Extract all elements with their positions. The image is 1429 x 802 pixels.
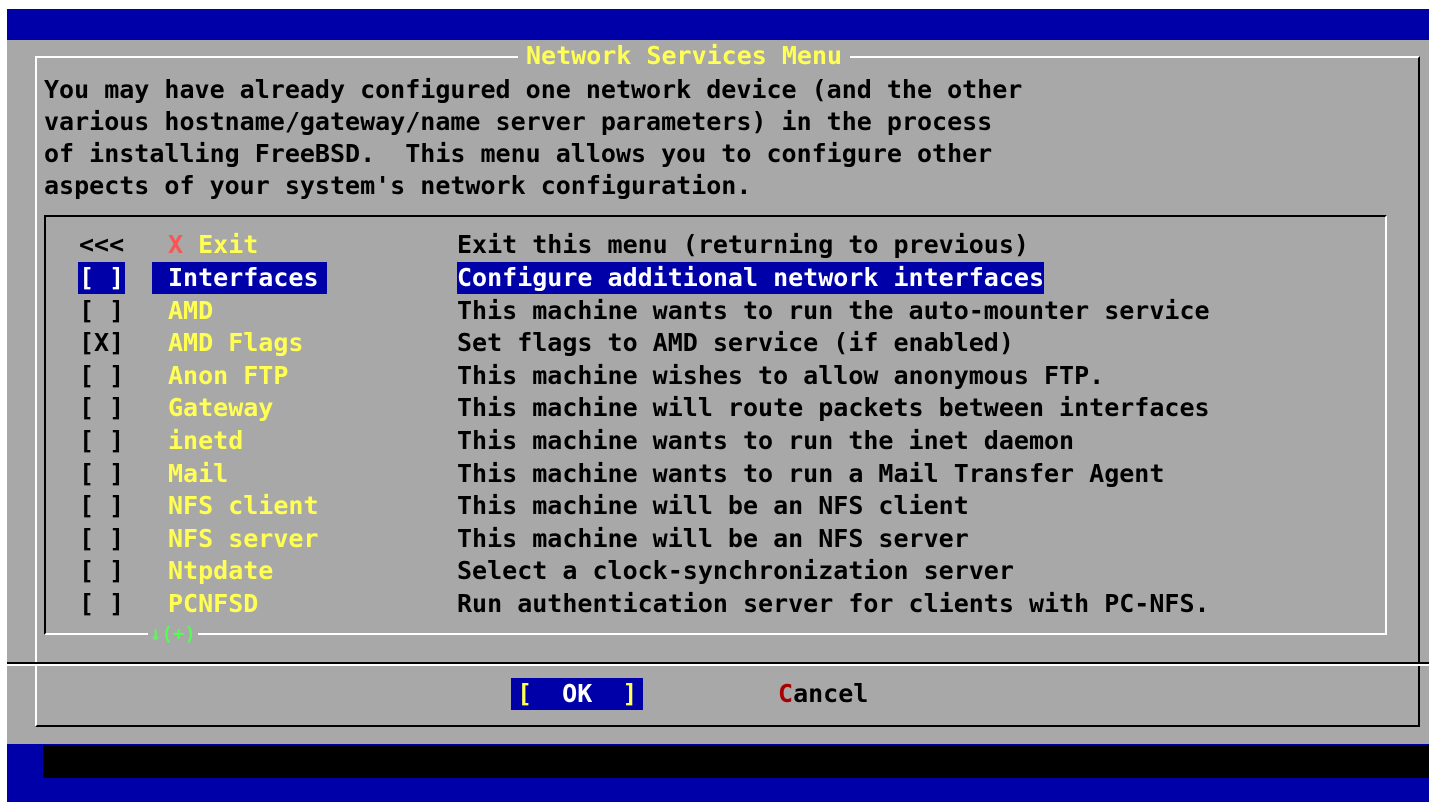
cancel-button[interactable]: Cancel (778, 678, 868, 710)
menu-item-description: This machine wants to run the auto-mount… (457, 296, 1210, 325)
menu-item-ntpdate[interactable]: [ ] Ntpdate Select a clock-synchronization… (0, 555, 1429, 587)
menu-item-nfs-client[interactable]: [ ] NFS client This machine will be an NFS… (0, 490, 1429, 522)
menu-item-description: Set flags to AMD service (if enabled) (457, 328, 1014, 357)
menu-item-checkbox[interactable]: [ ] (79, 458, 124, 490)
button-divider (7, 662, 1429, 666)
dialog-shadow (43, 745, 1429, 778)
menu-item-exit[interactable]: <<< X Exit Exit this menu (returning to … (0, 229, 1429, 261)
menu-item-description: This machine will be an NFS server (457, 524, 969, 553)
menu-item-pcnfsd[interactable]: [ ] PCNFSD Run authentication server for c… (0, 588, 1429, 620)
menu-item-checkbox[interactable]: [ ] (79, 588, 124, 620)
menu-item-anon-ftp[interactable]: [ ] Anon FTP This machine wishes to allow … (0, 360, 1429, 392)
menu-item-description: This machine wishes to allow anonymous F… (457, 361, 1105, 390)
menu-item-checkbox[interactable]: [ ] (79, 392, 124, 424)
menu-item-description: This machine wants to run a Mail Transfe… (457, 459, 1165, 488)
menu-item-amd-flags[interactable]: [X] AMD Flags Set flags to AMD service (if… (0, 327, 1429, 359)
menu-item-description: Select a clock-synchronization server (457, 556, 1014, 585)
menu-item-gateway[interactable]: [ ] Gateway This machine will route packet… (0, 392, 1429, 424)
scroll-more-indicator: ↓(+) (148, 620, 198, 648)
menu-item-label: Ntpdate (168, 556, 274, 585)
ok-button[interactable]: [ OK ] (511, 678, 644, 710)
menu-item-label: inetd (168, 426, 244, 455)
menu-item-label: NFS server (168, 524, 319, 553)
menu-item-checkbox[interactable]: [ ] (79, 295, 124, 327)
exit-hotkey: X (168, 230, 184, 259)
menu-item-checkbox[interactable]: [ ] (79, 360, 124, 392)
menu-item-inetd[interactable]: [ ] inetd This machine wants to run the in… (0, 425, 1429, 457)
menu-item-amd[interactable]: [ ] AMD This machine wants to run the auto… (0, 295, 1429, 327)
menu-item-nfs-server[interactable]: [ ] NFS server This machine will be an NFS… (0, 523, 1429, 555)
menu-item-description: Run authentication server for clients wi… (457, 589, 1210, 618)
menu-item-checkbox[interactable]: [ ] (79, 555, 124, 587)
menu-item-checkbox[interactable]: [ ] (79, 425, 124, 457)
exit-label: X Exit (168, 229, 258, 261)
ok-bracket-open: [ (517, 679, 533, 708)
menu-item-description: Configure additional network interfaces (457, 262, 1044, 294)
menu-item-label: NFS client (168, 491, 319, 520)
menu-item-description: This machine wants to run the inet daemo… (457, 426, 1075, 455)
menu-item-label: Anon FTP (168, 361, 289, 390)
menu-item-label: AMD Flags (168, 328, 304, 357)
ok-label: OK (532, 679, 623, 708)
menu-item-label: AMD (168, 296, 214, 325)
menu-item-checkbox[interactable]: [ ] (78, 262, 126, 294)
menu-item-checkbox[interactable]: [ ] (79, 523, 124, 555)
dialog-prompt: You may have already configured one netw… (44, 75, 1023, 200)
cancel-label: ancel (793, 679, 869, 708)
cancel-hotkey: C (778, 679, 794, 708)
menu-item-label: Gateway (168, 393, 274, 422)
exit-marker: <<< (79, 230, 125, 259)
menu-item-mail[interactable]: [ ] Mail This machine wants to run a Mail … (0, 458, 1429, 490)
menu-item-interfaces[interactable]: [ ] Interfaces Configure additional networ… (0, 262, 1429, 294)
menu-item-checkbox[interactable]: [ ] (79, 490, 124, 522)
exit-label-text: Exit (183, 230, 259, 259)
menu-item-checkbox[interactable]: [X] (79, 327, 124, 359)
menu-item-label: Interfaces (152, 262, 327, 294)
menu-item-description: This machine will be an NFS client (457, 491, 969, 520)
dialog-title: Network Services Menu (518, 41, 851, 71)
menu-item-label: PCNFSD (168, 589, 259, 618)
menu-item-description: This machine will route packets between … (457, 393, 1210, 422)
exit-description: Exit this menu (returning to previous) (457, 230, 1029, 259)
ok-bracket-close: ] (622, 679, 638, 708)
menu-item-label: Mail (168, 459, 229, 488)
